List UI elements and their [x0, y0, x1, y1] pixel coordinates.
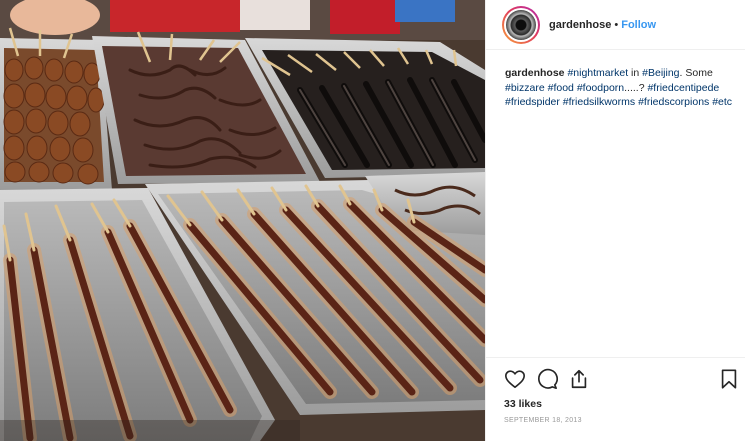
post-actions: 33 likes SEPTEMBER 18, 2013	[486, 357, 745, 441]
comment-icon	[538, 368, 558, 389]
avatar[interactable]	[502, 6, 540, 44]
hashtag-link[interactable]: #nightmarket	[567, 67, 628, 79]
hashtag-link[interactable]: #friedspider	[505, 96, 560, 108]
photo-fried-insect-skewers	[0, 0, 485, 441]
post-date[interactable]: SEPTEMBER 18, 2013	[504, 417, 582, 424]
hashtag-link[interactable]: #etc	[712, 96, 732, 108]
save-button[interactable]	[718, 368, 740, 390]
follow-button[interactable]: Follow	[621, 19, 656, 31]
avatar-image	[506, 10, 536, 40]
caption-text-segment: .....?	[624, 81, 648, 94]
caption-text-segment: in	[628, 67, 643, 79]
comment-button[interactable]	[536, 368, 558, 390]
heart-icon	[505, 370, 525, 389]
hashtag-link[interactable]: #friedcentipede	[647, 82, 719, 94]
caption-text-segment: . Some	[679, 67, 713, 79]
post-header: gardenhose • Follow	[486, 0, 745, 50]
likes-count[interactable]: 33 likes	[504, 398, 542, 410]
hashtag-link[interactable]: #foodporn	[577, 82, 624, 94]
username-link[interactable]: gardenhose	[549, 19, 611, 31]
hashtag-link[interactable]: #friedsilkworms	[563, 96, 635, 108]
post-photo[interactable]	[0, 0, 485, 441]
bookmark-icon	[721, 369, 737, 389]
hashtag-link[interactable]: #bizzare	[505, 82, 545, 94]
share-button[interactable]	[568, 368, 590, 390]
like-button[interactable]	[504, 368, 526, 390]
share-icon	[571, 369, 587, 389]
header-user-line: gardenhose • Follow	[549, 18, 656, 32]
separator-dot: •	[614, 19, 619, 31]
hashtag-link[interactable]: #Beijing	[642, 67, 679, 79]
hashtag-link[interactable]: #food	[548, 82, 574, 94]
post-caption: gardenhose #nightmarket in #Beijing. Som…	[505, 66, 735, 110]
caption-username[interactable]: gardenhose	[505, 67, 565, 79]
avatar-frame	[504, 8, 538, 42]
post-side-panel: gardenhose • Follow gardenhose #nightmarke…	[485, 0, 745, 441]
hashtag-link[interactable]: #friedscorpions	[638, 96, 709, 108]
